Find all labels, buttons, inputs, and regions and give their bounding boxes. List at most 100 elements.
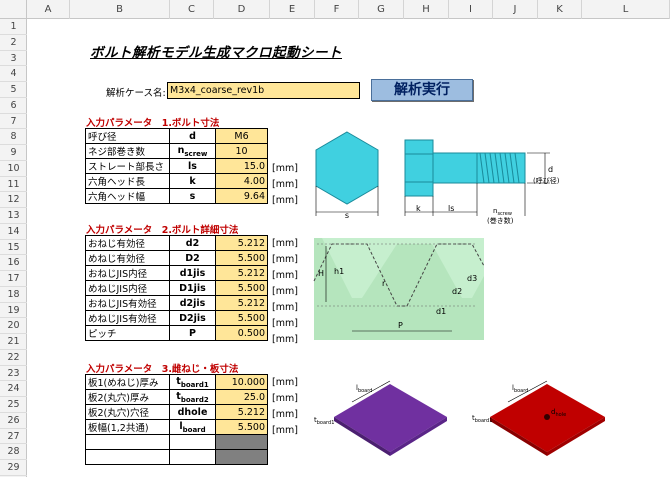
table-row: ネジ部巻き数 nscrew 10 [85,143,268,159]
row-header[interactable]: 10 [0,161,27,177]
row-header[interactable]: 25 [0,397,27,413]
param-value-cell[interactable]: 9.64 [215,188,268,204]
col-header-b[interactable]: B [70,0,170,19]
plate1-diagram: lboard tboard1 [314,380,447,456]
param-value-cell[interactable]: 25.0 [215,389,268,405]
col-header-l[interactable]: L [582,0,670,19]
unit-label: [mm] [272,286,298,297]
param-value-cell[interactable]: 5.212 [215,404,268,420]
param-value-cell[interactable]: 10 [215,143,268,159]
param-name: 呼び径 [85,128,170,144]
unit-label: [mm] [272,377,298,388]
param-value-cell[interactable]: 0.500 [215,325,268,341]
unit-label: [mm] [272,179,298,190]
empty-cell[interactable] [169,449,216,465]
row-header[interactable]: 28 [0,444,27,460]
row-header[interactable]: 16 [0,255,27,271]
row-header[interactable]: 26 [0,413,27,429]
table-row: めねじ有効径 D2 5.500 [85,250,268,266]
param-value-cell[interactable]: 5.500 [215,280,268,296]
param-value-cell[interactable]: M6 [215,128,268,144]
param-symbol: D1jis [169,280,216,296]
bolt-head [404,139,434,197]
row-header[interactable]: 12 [0,192,27,208]
param-name: 板2(丸穴)穴径 [85,404,170,420]
col-header-e[interactable]: E [270,0,315,19]
param-symbol: ls [169,158,216,174]
row-header[interactable]: 8 [0,129,27,145]
row-header-bar: 1 2 3 4 5 6 7 8 9 10 11 12 13 14 15 16 17 18 19 20 21 22 23 24 2… [0,19,27,477]
row-header[interactable]: 1 [0,19,27,35]
col-header-j[interactable]: J [493,0,538,19]
hex-head-diagram: s [315,131,379,220]
param-value-cell[interactable]: 4.00 [215,173,268,189]
param-value-cell[interactable]: 5.212 [215,295,268,311]
col-header-c[interactable]: C [170,0,214,19]
unit-label: [mm] [272,318,298,329]
col-header-d[interactable]: D [214,0,270,19]
col-header-a[interactable]: A [27,0,70,19]
param-name: 六角ヘッド長 [85,173,170,189]
param-value-cell[interactable]: 5.212 [215,265,268,281]
table-row [85,434,268,450]
param-symbol: tboard1 [169,374,216,390]
row-header[interactable]: 21 [0,334,27,350]
row-header[interactable]: 22 [0,350,27,366]
bolt-dimension-table: 呼び径 d M6 ネジ部巻き数 nscrew 10 ストレート部長さ ls 15… [85,128,268,204]
table-row: 六角ヘッド幅 s 9.64 [85,188,268,204]
label-d-note: (呼び径) [533,176,560,185]
row-header[interactable]: 14 [0,224,27,240]
row-header[interactable]: 13 [0,208,27,224]
row-header[interactable]: 23 [0,366,27,382]
run-analysis-button[interactable]: 解析実行 [371,79,473,101]
param-value-cell[interactable]: 5.500 [215,419,268,435]
param-value-cell[interactable]: 5.500 [215,310,268,326]
unit-label: [mm] [272,163,298,174]
row-header[interactable]: 6 [0,98,27,114]
empty-cell[interactable] [169,434,216,450]
empty-cell[interactable] [85,449,170,465]
row-header[interactable]: 4 [0,66,27,82]
select-all-corner[interactable] [0,0,27,19]
bolt-detail-table: おねじ有効径 d2 5.212 めねじ有効径 D2 5.500 おねじJIS内径 d1jis 5… [85,235,268,341]
bolt-shank [432,152,478,184]
param-value-cell[interactable]: 10.000 [215,374,268,390]
param-value-cell[interactable]: 5.500 [215,250,268,266]
table-row: めねじJIS有効径 D2jis 5.500 [85,310,268,326]
col-header-h[interactable]: H [404,0,449,19]
unit-label: [mm] [272,302,298,313]
label-d1: d1 [436,307,446,316]
row-header[interactable]: 5 [0,82,27,98]
row-header[interactable]: 15 [0,240,27,256]
row-header[interactable]: 17 [0,271,27,287]
row-header[interactable]: 27 [0,429,27,445]
case-name-field[interactable]: M3x4_coarse_rev1b [167,82,360,99]
unit-label: [mm] [272,195,298,206]
row-header[interactable]: 9 [0,145,27,161]
plate2-diagram: dhole lboard tboard1 [472,380,605,456]
col-header-i[interactable]: I [449,0,493,19]
col-header-f[interactable]: F [315,0,359,19]
param-symbol: d1jis [169,265,216,281]
row-header[interactable]: 20 [0,318,27,334]
row-header[interactable]: 7 [0,114,27,130]
col-header-g[interactable]: G [359,0,404,19]
param-name: ネジ部巻き数 [85,143,170,159]
section3-header: 入力パラメータ 3.雌ねじ・板寸法 [86,364,239,375]
row-header[interactable]: 29 [0,460,27,476]
row-header[interactable]: 24 [0,381,27,397]
param-value-cell[interactable]: 15.0 [215,158,268,174]
row-header[interactable]: 2 [0,35,27,51]
label-nscrew: nscrew [493,207,512,217]
col-header-k[interactable]: K [538,0,582,19]
label-tboard2: tboard1 [472,414,492,424]
param-value-cell[interactable]: 5.212 [215,235,268,251]
row-header[interactable]: 19 [0,303,27,319]
param-name: おねじJIS内径 [85,265,170,281]
empty-cell[interactable] [85,434,170,450]
row-header[interactable]: 18 [0,287,27,303]
unit-label: [mm] [272,393,298,404]
bolt-side-diagram: d (呼び径) k ls nscrew (巻き数) [404,139,560,225]
row-header[interactable]: 3 [0,51,27,67]
row-header[interactable]: 11 [0,177,27,193]
